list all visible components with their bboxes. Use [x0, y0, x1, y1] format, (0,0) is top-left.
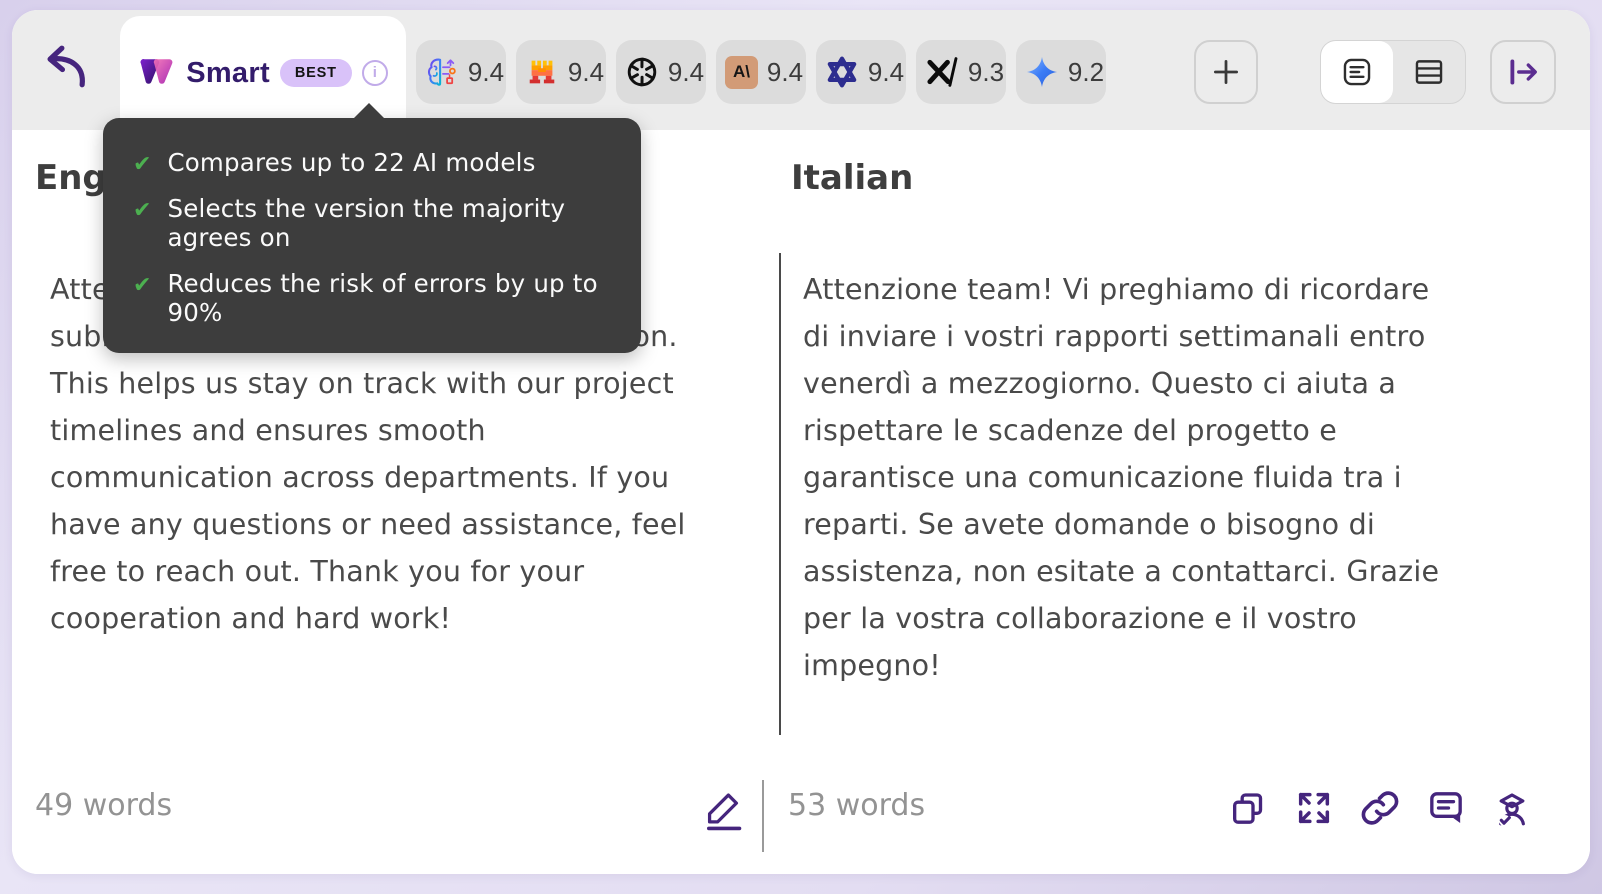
add-model-button[interactable]	[1194, 40, 1258, 104]
tooltip-item: ✔ Compares up to 22 AI models	[133, 148, 607, 177]
rows-view-icon	[1412, 55, 1446, 89]
best-badge: BEST	[279, 59, 352, 87]
model-tab-anthropic[interactable]: A\ 9.4	[716, 40, 806, 104]
pencil-icon	[700, 787, 748, 833]
model-score: 9.4	[567, 56, 605, 87]
model-score: 9.4	[467, 56, 505, 87]
anthropic-icon: A\	[725, 55, 758, 89]
expand-icon	[1294, 788, 1334, 828]
model-tab-openai[interactable]: 9.4	[616, 40, 706, 104]
back-button[interactable]	[36, 42, 90, 96]
model-tab-qwen[interactable]: 9.4	[816, 40, 906, 104]
footer-divider	[762, 780, 764, 852]
comment-button[interactable]	[1426, 788, 1466, 828]
plus-icon	[1209, 55, 1243, 89]
info-icon[interactable]: i	[361, 60, 388, 86]
xai-icon	[925, 56, 959, 88]
openai-icon	[625, 55, 659, 89]
toolbar: Smart BEST i 9.4 9.4 9.4 A\ 9.4 9.4 9.3 …	[12, 10, 1590, 130]
column-divider	[779, 253, 781, 735]
model-tabs-row: 9.4 9.4 9.4 A\ 9.4 9.4 9.3 9.2	[416, 40, 1106, 104]
back-arrow-icon	[36, 42, 90, 96]
source-word-count: 49 words	[35, 788, 173, 823]
tooltip-item: ✔ Selects the version the majority agree…	[133, 194, 607, 252]
model-score: 9.3	[967, 56, 1005, 87]
target-word-count: 53 words	[788, 788, 926, 823]
expand-button[interactable]	[1294, 788, 1334, 828]
share-link-button[interactable]	[1360, 788, 1400, 828]
tooltip-item: ✔ Reduces the risk of errors by up to 90…	[133, 269, 607, 327]
expert-review-button[interactable]	[1492, 788, 1532, 828]
model-score: 9.2	[1067, 56, 1105, 87]
smart-info-tooltip: ✔ Compares up to 22 AI models ✔ Selects …	[103, 103, 641, 353]
tooltip-arrow	[353, 103, 385, 119]
check-icon: ✔	[133, 273, 152, 298]
ai-brain-icon	[425, 55, 459, 89]
model-tab-xai-grok[interactable]: 9.3	[916, 40, 1006, 104]
comment-icon	[1426, 788, 1466, 828]
model-score: 9.4	[867, 56, 905, 87]
target-text[interactable]: Attenzione team! Vi preghiamo di ricorda…	[803, 266, 1515, 689]
modernmt-castle-icon	[525, 55, 559, 89]
model-score: 9.4	[667, 56, 705, 87]
model-tab-ai-brain[interactable]: 9.4	[416, 40, 506, 104]
tooltip-item-text: Reduces the risk of errors by up to 90%	[167, 269, 598, 327]
smart-logo-icon	[138, 57, 176, 90]
target-language-heading: Italian	[791, 158, 914, 198]
link-icon	[1360, 788, 1400, 828]
gemini-icon	[1025, 55, 1059, 89]
expert-graduate-icon	[1492, 788, 1532, 828]
tooltip-item-text: Compares up to 22 AI models	[167, 148, 536, 177]
copy-icon	[1228, 788, 1268, 828]
model-tab-modernmt[interactable]: 9.4	[516, 40, 606, 104]
view-toggle	[1320, 40, 1466, 104]
check-icon: ✔	[133, 152, 152, 177]
export-button[interactable]	[1490, 40, 1556, 104]
model-tab-gemini[interactable]: 9.2	[1016, 40, 1106, 104]
copy-button[interactable]	[1228, 788, 1268, 828]
model-score: 9.4	[766, 56, 804, 87]
tooltip-item-text: Selects the version the majority agrees …	[167, 194, 566, 252]
target-actions	[1228, 788, 1532, 828]
export-arrow-icon	[1504, 55, 1542, 89]
qwen-icon	[825, 55, 859, 89]
edit-source-button[interactable]	[700, 786, 748, 834]
view-toggle-document[interactable]	[1321, 41, 1393, 103]
view-toggle-rows[interactable]	[1393, 41, 1465, 103]
main-card: Smart BEST i 9.4 9.4 9.4 A\ 9.4 9.4 9.3 …	[12, 10, 1590, 874]
document-view-icon	[1340, 55, 1374, 89]
smart-tab-label: Smart	[186, 56, 270, 89]
check-icon: ✔	[133, 198, 152, 223]
